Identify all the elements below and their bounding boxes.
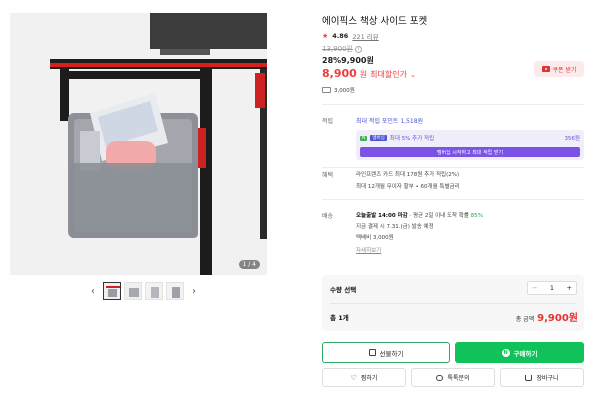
benefits-label: 혜택 (322, 172, 334, 179)
buy-button-label: 구매하기 (513, 349, 538, 358)
product-main-image[interactable]: 1 / 4 (10, 13, 267, 275)
thumbnail-strip: ‹ › (86, 282, 201, 300)
max-discount-price: 8,900 (322, 67, 357, 80)
membership-text: 최대 5% 추가 적립 (389, 136, 435, 142)
gift-button-label: 선물하기 (379, 349, 404, 358)
delivery-schedule: 지금 결제 시 7.31.(금) 발송 예정 (356, 224, 434, 230)
delivery-label: 배송 (322, 213, 334, 220)
product-photo-illustration (10, 13, 267, 275)
max-discount-unit: 원 (359, 70, 368, 79)
truck-icon (322, 87, 331, 93)
membership-cta-button[interactable]: 멤버십 시작하고 최대 적립 받기 (360, 147, 580, 157)
thumbnail-4[interactable] (166, 282, 184, 300)
cart-button[interactable]: 장바구니 (500, 368, 584, 387)
quantity-value[interactable]: 1 (550, 284, 554, 292)
rating-row: ★ 4.86 221 리뷰 (322, 31, 379, 41)
coupon-button-label: 쿠폰 받기 (552, 66, 577, 74)
chevron-down-icon: ⌄ (409, 71, 416, 79)
delivery-percent: 85% (470, 213, 483, 219)
product-title: 에이픽스 책상 사이드 포켓 (322, 16, 428, 27)
quantity-minus-button[interactable]: − (532, 284, 537, 292)
star-icon: ★ (322, 32, 329, 40)
delivery-fee: 택배비 3,000원 (356, 235, 394, 241)
heart-icon: ♡ (350, 373, 357, 382)
wish-button[interactable]: ♡ 찜하기 (322, 368, 406, 387)
chat-icon (436, 374, 444, 381)
quantity-stepper[interactable]: − 1 + (527, 281, 577, 295)
cart-icon (525, 374, 533, 381)
max-discount-label: 최대할인가 (370, 70, 407, 79)
gift-icon (368, 349, 376, 356)
delivery-cutoff-line: 오늘출발 14:00 마감 · 평균 2일 이내 도착 확률 85% (356, 211, 483, 219)
delivery-average: · 평균 2일 이내 도착 확률 (407, 213, 471, 219)
divider (322, 199, 584, 200)
naver-badge: N (360, 135, 368, 141)
original-price-row: 13,900원 i (322, 44, 362, 54)
gift-button[interactable]: 선물하기 (322, 342, 450, 363)
coupon-button[interactable]: 쿠폰 받기 (534, 61, 584, 77)
membership-box: N 멤버십 최대 5% 추가 적립 356원 멤버십 시작하고 최대 적립 받기 (356, 130, 584, 160)
total-price-row: 총 금액 9,900원 (516, 309, 578, 324)
delivery-more-link[interactable]: 자세히보기 (356, 246, 381, 254)
quantity-box: 수량 선택 − 1 + 총 1개 총 금액 9,900원 (322, 275, 584, 331)
divider (322, 167, 584, 168)
thumb-next-arrow[interactable]: › (187, 286, 201, 297)
total-amount: 9,900원 (537, 313, 578, 324)
naver-pay-icon: N (501, 348, 510, 357)
quantity-label: 수량 선택 (330, 286, 357, 294)
points-line[interactable]: 최대 적립 포인트 1,518원 (356, 116, 423, 125)
talk-button[interactable]: 톡톡문의 (411, 368, 495, 387)
thumbnail-2[interactable] (124, 282, 142, 300)
original-price: 13,900원 (322, 45, 353, 53)
discount-price: 28%9,900원 (322, 56, 374, 65)
talk-button-label: 톡톡문의 (447, 375, 470, 382)
cart-button-label: 장바구니 (536, 375, 559, 382)
points-label: 적립 (322, 118, 334, 125)
info-icon[interactable]: i (354, 45, 362, 53)
thumb-prev-arrow[interactable]: ‹ (86, 286, 100, 297)
photo-counter: 1 / 4 (238, 260, 260, 269)
buy-button[interactable]: N 구매하기 (455, 342, 584, 363)
shipping-fee-row: 3,000원 (322, 86, 355, 94)
total-count: 총 1개 (330, 314, 349, 322)
max-discount-row[interactable]: 8,900 원 최대할인가 ⌄ (322, 67, 416, 80)
review-count-link[interactable]: 221 리뷰 (352, 31, 378, 41)
wish-button-label: 찜하기 (360, 375, 378, 382)
installment-line[interactable]: 최대 12개월 무이자 할부 • 60개월 특별금리 (356, 182, 460, 190)
shipping-fee: 3,000원 (334, 88, 355, 94)
membership-amount: 356원 (564, 136, 580, 142)
delivery-cutoff: 오늘출발 14:00 마감 (356, 213, 408, 219)
thumbnail-1[interactable] (103, 282, 121, 300)
divider (322, 104, 584, 105)
rating-score: 4.86 (332, 32, 349, 40)
divider (330, 303, 576, 304)
thumbnail-3[interactable] (145, 282, 163, 300)
quantity-plus-button[interactable]: + (567, 284, 572, 292)
total-label: 총 금액 (515, 316, 535, 323)
card-benefit-line[interactable]: 라인프렌즈 카드 최대 178원 추가 적립(2%) (356, 170, 459, 178)
membership-badge: 멤버십 (370, 135, 387, 141)
coupon-icon (541, 66, 550, 72)
